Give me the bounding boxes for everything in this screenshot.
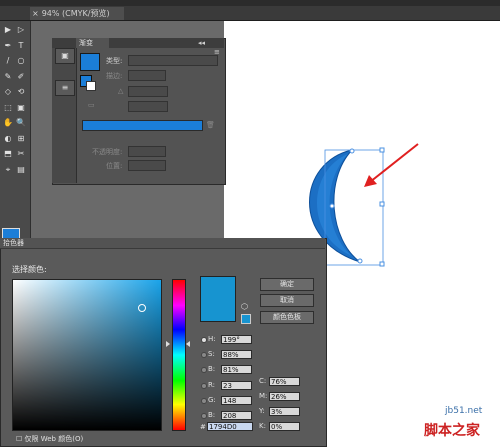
gradient-slider-bar[interactable] xyxy=(82,120,203,131)
tool-icon[interactable]: ◐ xyxy=(3,134,13,143)
cmyk-label: K: xyxy=(259,422,266,430)
hex-input[interactable]: 1794D0 xyxy=(207,422,253,431)
tool-icon[interactable]: ✂ xyxy=(16,149,26,158)
aspect-ratio-dropdown[interactable] xyxy=(128,101,168,112)
tool-icon[interactable]: ✎ xyxy=(3,72,13,81)
angle-icon: △ xyxy=(118,87,124,95)
tool-icon[interactable]: ✒ xyxy=(3,41,13,50)
tool-icon[interactable]: ▷ xyxy=(16,25,26,34)
tool-icon[interactable]: T xyxy=(16,41,26,50)
color-swatches-button[interactable]: 颜色色板 xyxy=(260,311,314,324)
angle-dropdown[interactable] xyxy=(128,86,168,97)
field-label: B: xyxy=(208,411,216,419)
cmyk-label: C: xyxy=(259,377,267,385)
stroke-label: 描边: xyxy=(106,72,123,80)
location-label: 位置: xyxy=(106,162,123,170)
cmyk-input[interactable]: 26% xyxy=(269,392,300,401)
collapse-panel-icon[interactable]: ◂◂ xyxy=(198,39,205,47)
side-panel-button[interactable]: ▣ xyxy=(55,48,75,64)
anchor-point xyxy=(329,203,335,209)
mode-radio[interactable] xyxy=(201,337,207,343)
anchor-point xyxy=(357,258,363,264)
selection-handle xyxy=(379,261,385,267)
panel-side-strip xyxy=(52,48,77,183)
location-dropdown[interactable] xyxy=(128,160,166,171)
tool-icon[interactable]: ⬒ xyxy=(3,149,13,158)
mode-radio[interactable] xyxy=(201,383,207,389)
tool-icon[interactable]: ▣ xyxy=(16,103,26,112)
field-label: R: xyxy=(208,381,216,389)
selection-handle xyxy=(379,201,385,207)
cmyk-label: M: xyxy=(259,392,268,400)
tool-icon[interactable]: ⊞ xyxy=(16,134,26,143)
color-preview xyxy=(200,276,236,322)
field-input[interactable]: 199° xyxy=(221,335,252,344)
field-input[interactable]: 208 xyxy=(221,411,252,420)
tool-icon[interactable]: / xyxy=(3,56,13,65)
cmyk-input[interactable]: 0% xyxy=(269,422,300,431)
tool-icon[interactable]: 🔍 xyxy=(16,118,26,127)
tool-icon[interactable]: ◇ xyxy=(3,87,13,96)
web-safe-warning-icon[interactable]: ⬡ xyxy=(241,302,248,311)
aspect-ratio-icon: ▭ xyxy=(88,101,95,109)
tool-icon[interactable]: ✋ xyxy=(3,118,13,127)
color-field-cursor[interactable] xyxy=(138,304,146,312)
ok-button[interactable]: 确定 xyxy=(260,278,314,291)
red-arrow-annotation xyxy=(364,143,419,187)
select-color-label: 选择颜色: xyxy=(12,265,47,274)
hue-slider-left-arrow-icon[interactable] xyxy=(166,341,170,347)
stroke-mini-swatch[interactable] xyxy=(86,81,96,91)
web-colors-only-label: 仅限 Web 颜色(O) xyxy=(24,435,84,443)
stroke-gradient-options[interactable] xyxy=(128,70,166,81)
watermark-name: 脚本之家 xyxy=(424,423,480,439)
field-input[interactable]: 88% xyxy=(221,350,252,359)
watermark-site: jb51.net xyxy=(445,406,483,416)
field-input[interactable]: 81% xyxy=(221,365,252,374)
field-label: S: xyxy=(208,350,215,358)
field-input[interactable]: 23 xyxy=(221,381,252,390)
mode-radio[interactable] xyxy=(201,367,207,373)
tool-icon[interactable]: ✐ xyxy=(16,72,26,81)
dialog-title: 拾色器 xyxy=(0,238,325,249)
cancel-button[interactable]: 取消 xyxy=(260,294,314,307)
cmyk-label: Y: xyxy=(259,407,265,415)
document-tab-title: 94% (CMYK/预览) xyxy=(41,9,110,18)
hue-slider[interactable] xyxy=(172,279,186,431)
opacity-label: 不透明度: xyxy=(92,148,123,156)
type-label: 类型: xyxy=(106,57,123,65)
field-input[interactable]: 148 xyxy=(221,396,252,405)
saturation-brightness-field[interactable] xyxy=(12,279,162,431)
web-safe-swatch[interactable] xyxy=(241,314,251,324)
mode-radio[interactable] xyxy=(201,352,207,358)
document-tab[interactable]: × 94% (CMYK/预览) xyxy=(30,7,124,20)
gradient-fill-swatch[interactable] xyxy=(80,53,100,71)
web-colors-only-checkbox[interactable]: ☐ 仅限 Web 颜色(O) xyxy=(16,434,83,444)
tool-icon[interactable]: ▶ xyxy=(3,25,13,34)
tool-icon[interactable]: ⌖ xyxy=(3,165,13,174)
tab-close-icon[interactable]: × xyxy=(32,9,39,18)
mode-radio[interactable] xyxy=(201,413,207,419)
cmyk-input[interactable]: 3% xyxy=(269,407,300,416)
delete-stop-icon[interactable]: 🗑 xyxy=(206,121,215,129)
tool-icon[interactable]: ⬚ xyxy=(3,103,13,112)
field-label: H: xyxy=(208,335,216,343)
checkbox-icon[interactable]: ☐ xyxy=(16,435,25,443)
side-panel-button[interactable]: ≡ xyxy=(55,80,75,96)
gradient-type-dropdown[interactable] xyxy=(128,55,218,66)
anchor-point xyxy=(349,148,355,154)
field-label: G: xyxy=(208,396,216,404)
hue-slider-right-arrow-icon[interactable] xyxy=(186,341,190,347)
cmyk-input[interactable]: 76% xyxy=(269,377,300,386)
tool-icon[interactable]: ▤ xyxy=(16,165,26,174)
mode-radio[interactable] xyxy=(201,398,207,404)
field-label: B: xyxy=(208,365,216,373)
tool-icon[interactable]: ⟲ xyxy=(16,87,26,96)
tool-icon[interactable]: ○ xyxy=(16,56,26,65)
hex-label: # xyxy=(200,423,206,431)
opacity-dropdown[interactable] xyxy=(128,146,166,157)
tab-gradient[interactable]: 渐变 xyxy=(76,38,109,48)
